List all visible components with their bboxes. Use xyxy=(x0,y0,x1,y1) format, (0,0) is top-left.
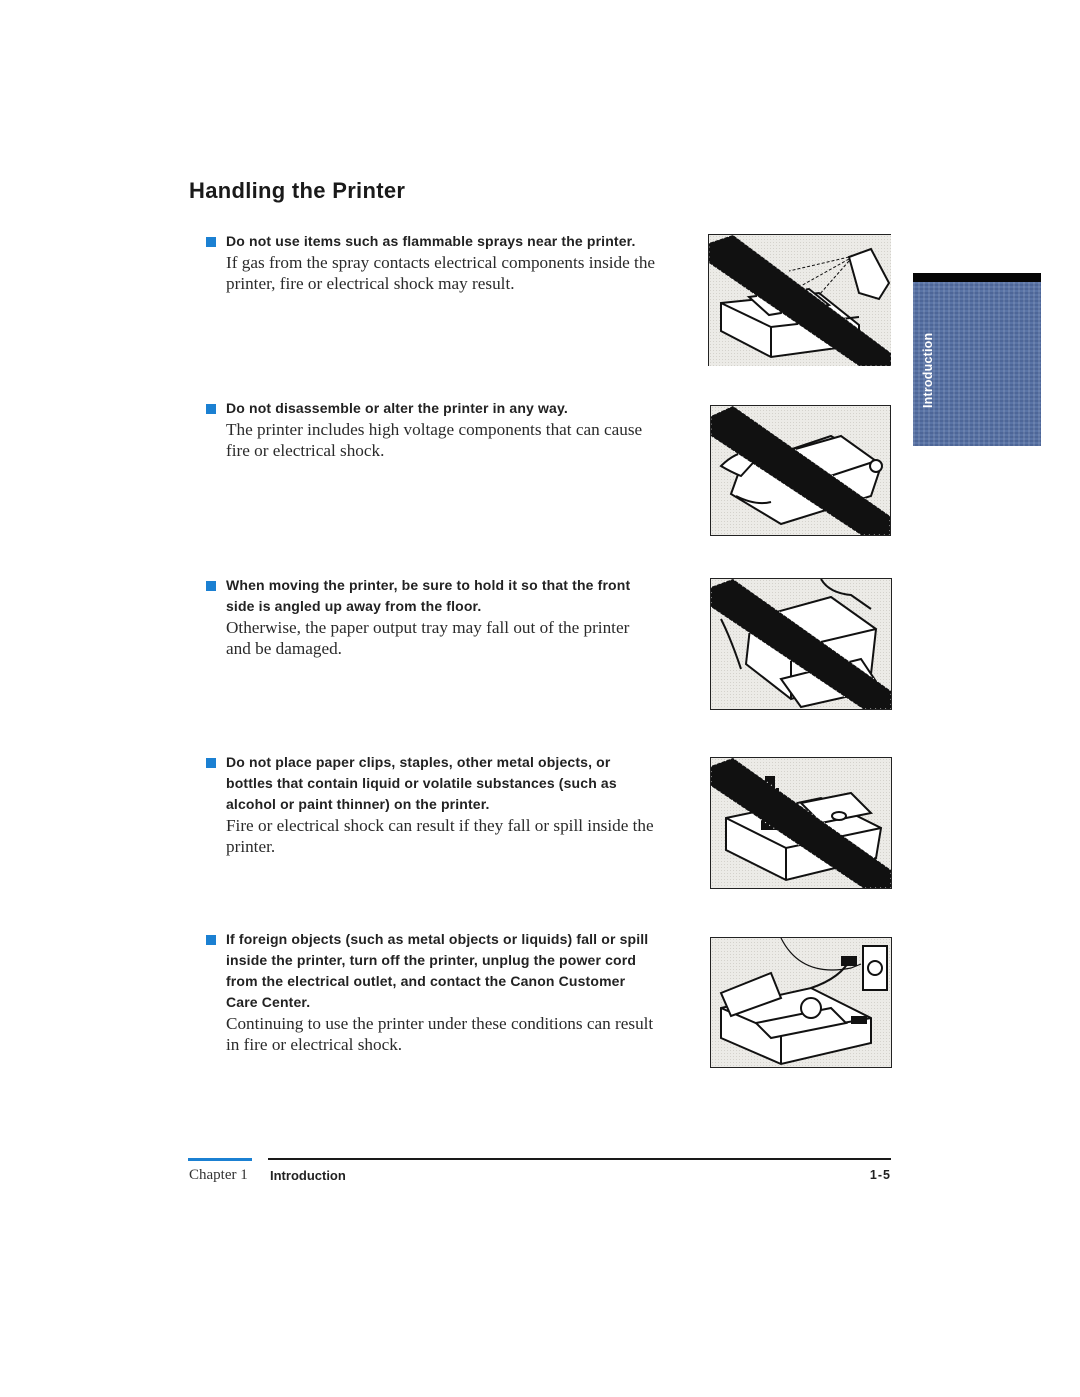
safety-item-body: If gas from the spray contacts electrica… xyxy=(226,253,656,293)
footer-section-title: Introduction xyxy=(270,1168,346,1183)
safety-item-heading: If foreign objects (such as metal object… xyxy=(226,931,649,1010)
unplug-power-cord-illustration xyxy=(710,937,892,1068)
safety-item-heading: Do not disassemble or alter the printer … xyxy=(226,400,568,416)
safety-item-body: Otherwise, the paper output tray may fal… xyxy=(226,618,630,658)
bullet-square-icon xyxy=(206,581,216,591)
safety-item-flammable-sprays: Do not use items such as flammable spray… xyxy=(206,231,656,294)
printer-moving-drawing xyxy=(711,579,891,709)
disassembly-prohibited-illustration xyxy=(710,405,891,536)
printer-objects-drawing xyxy=(711,758,891,888)
footer-page-number: 1-5 xyxy=(869,1168,891,1182)
flammable-spray-prohibited-illustration xyxy=(708,234,891,366)
printer-disassembly-drawing xyxy=(711,406,890,535)
safety-item-moving-printer: When moving the printer, be sure to hold… xyxy=(206,575,656,659)
printer-spray-drawing xyxy=(709,235,891,366)
safety-item-body: Continuing to use the printer under thes… xyxy=(226,1014,654,1054)
bullet-square-icon xyxy=(206,758,216,768)
page-title: Handling the Printer xyxy=(189,178,406,203)
footer-rule xyxy=(268,1158,891,1160)
safety-item-foreign-objects: If foreign objects (such as metal object… xyxy=(206,929,656,1055)
safety-item-metal-objects: Do not place paper clips, staples, other… xyxy=(206,752,656,857)
side-tab-label: Introduction xyxy=(921,332,935,408)
bullet-square-icon xyxy=(206,404,216,414)
bullet-square-icon xyxy=(206,935,216,945)
footer-chapter: Chapter 1 xyxy=(189,1167,248,1183)
safety-item-heading: Do not place paper clips, staples, other… xyxy=(226,754,617,812)
safety-item-heading: Do not use items such as flammable spray… xyxy=(226,233,636,249)
printer-unplug-drawing xyxy=(719,938,888,1066)
safety-item-body: Fire or electrical shock can result if t… xyxy=(226,816,654,856)
safety-item-heading: When moving the printer, be sure to hold… xyxy=(226,577,631,614)
safety-item-disassemble: Do not disassemble or alter the printer … xyxy=(206,398,656,461)
side-tab-introduction: Introduction xyxy=(913,273,1041,446)
bullet-square-icon xyxy=(206,237,216,247)
objects-on-printer-prohibited-illustration xyxy=(710,757,892,889)
safety-item-body: The printer includes high voltage compon… xyxy=(226,420,643,460)
footer-accent-bar xyxy=(188,1158,252,1161)
moving-printer-illustration xyxy=(710,578,892,710)
